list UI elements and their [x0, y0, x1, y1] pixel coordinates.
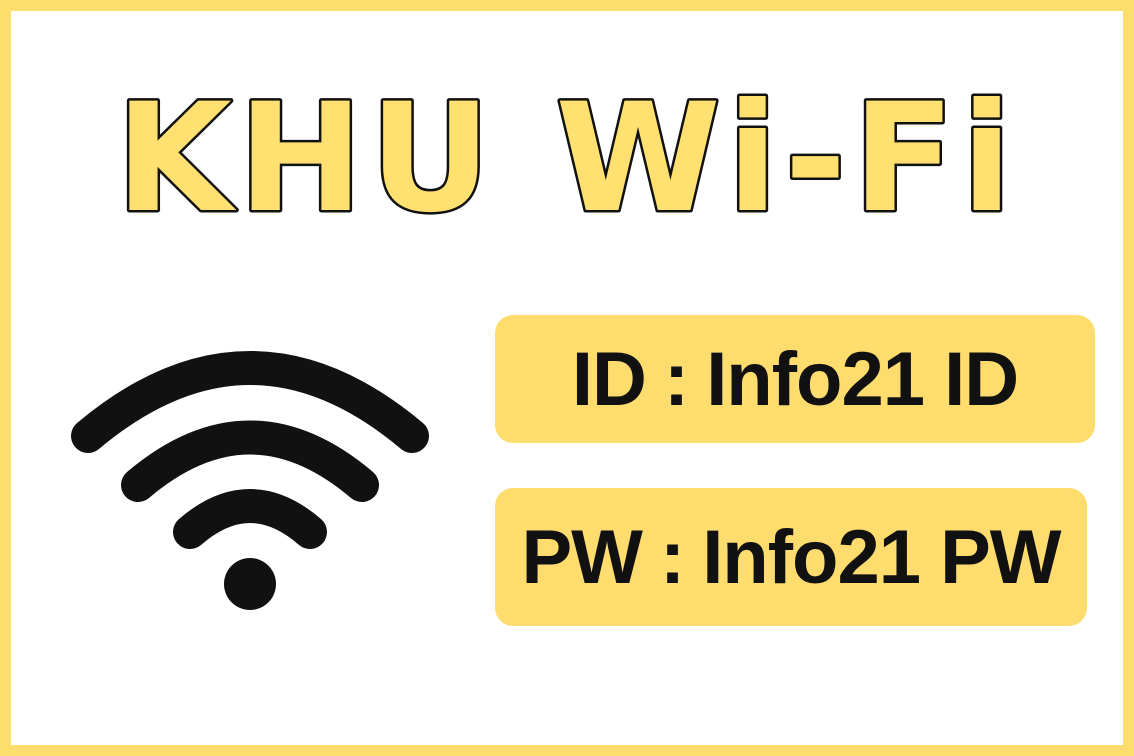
- title-graphic: KHU Wi-Fi: [113, 70, 1019, 241]
- id-badge: ID : Info21 ID: [495, 315, 1095, 443]
- title-container: KHU Wi-Fi: [0, 60, 1134, 241]
- pw-value: Info21 PW: [702, 514, 1061, 600]
- pw-badge: PW : Info21 PW: [495, 488, 1087, 626]
- wifi-icon: [71, 351, 429, 610]
- pw-label: PW: [521, 514, 642, 600]
- id-value: Info21 ID: [706, 336, 1019, 422]
- pw-separator: :: [659, 514, 685, 600]
- id-separator: :: [663, 336, 689, 422]
- page-title: KHU Wi-Fi: [116, 72, 1019, 240]
- id-label: ID: [571, 336, 647, 422]
